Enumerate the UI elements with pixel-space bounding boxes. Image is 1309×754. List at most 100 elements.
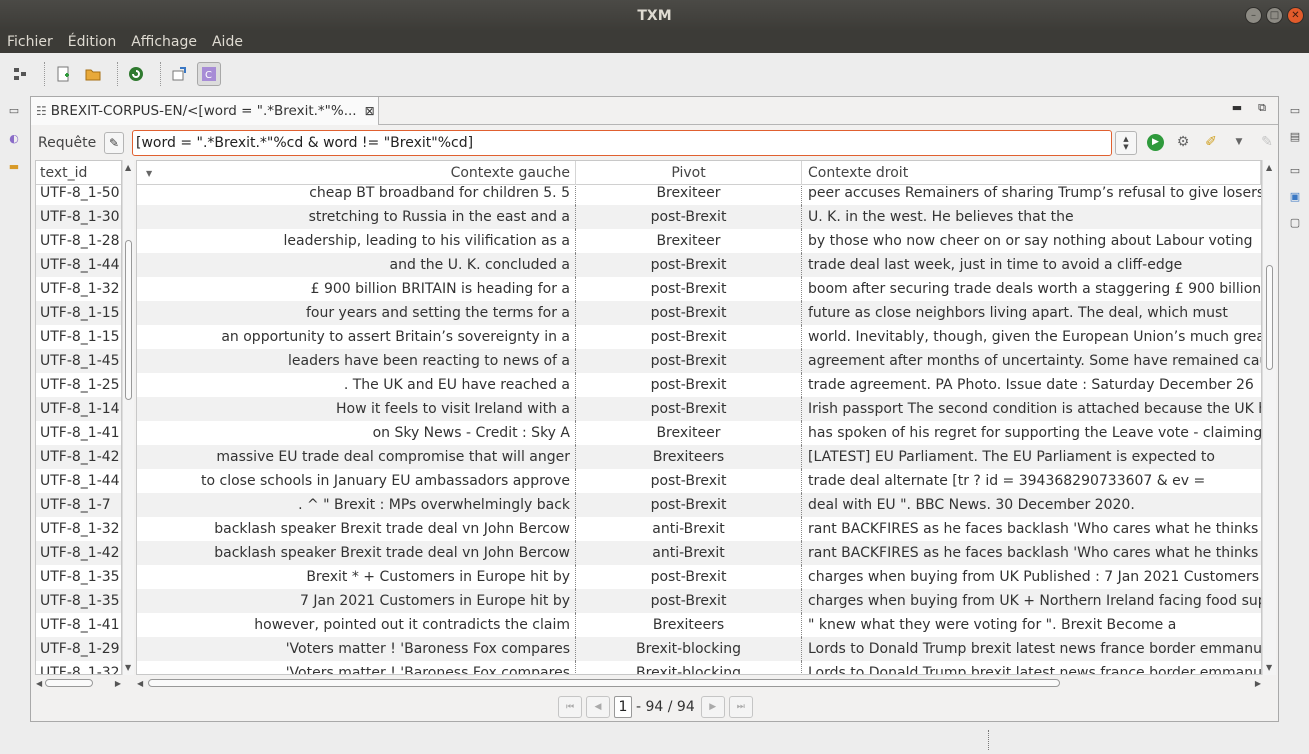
chevron-up-icon[interactable]: ▲: [125, 163, 131, 172]
table-row[interactable]: UTF-8_1-30: [36, 205, 121, 229]
table-row[interactable]: UTF-8_1-15: [36, 325, 121, 349]
chevron-down-icon[interactable]: ▼: [1123, 143, 1128, 151]
table-row[interactable]: massive EU trade deal compromise that wi…: [137, 445, 1261, 469]
table-row[interactable]: UTF-8_1-41: [36, 421, 121, 445]
sort-indicator-icon[interactable]: ▼: [146, 169, 152, 178]
restore-icon[interactable]: ▭: [1287, 102, 1303, 118]
table-row[interactable]: UTF-8_1-45: [36, 349, 121, 373]
previous-page-icon[interactable]: ◀: [586, 696, 610, 718]
menu-affichage[interactable]: Affichage: [131, 34, 197, 50]
menu-fichier[interactable]: Fichier: [7, 34, 53, 50]
table-row[interactable]: 'Voters matter ! 'Baroness Fox compares B…: [137, 661, 1261, 674]
settings-gear-icon[interactable]: ⚙: [1174, 133, 1192, 151]
restore-icon[interactable]: ▭: [6, 102, 22, 118]
table-row[interactable]: UTF-8_1-42: [36, 541, 121, 565]
new-file-icon[interactable]: [51, 62, 75, 86]
table-row[interactable]: four years and setting the terms for a po…: [137, 301, 1261, 325]
first-page-icon[interactable]: ⏮: [558, 696, 582, 718]
chevron-left-icon[interactable]: ◀: [36, 679, 42, 688]
table-row[interactable]: 7 Jan 2021 Customers in Europe hit by pos…: [137, 589, 1261, 613]
text-id-table[interactable]: text_id UTF-8_1-50 UTF-8_1-30 UTF-8_1-28 UT…: [35, 160, 122, 675]
table-row[interactable]: UTF-8_1-15: [36, 301, 121, 325]
table-row[interactable]: UTF-8_1-7: [36, 493, 121, 517]
menu-edition[interactable]: Édition: [68, 34, 116, 50]
next-page-icon[interactable]: ▶: [700, 696, 725, 718]
corpus-view-icon[interactable]: [8, 62, 32, 86]
header-left-context[interactable]: Contexte gauche: [137, 161, 576, 185]
import-icon[interactable]: [167, 62, 191, 86]
concordance-table[interactable]: ▼ Contexte gauche Pivot Contexte droit c…: [136, 160, 1262, 675]
corpus-icon[interactable]: ◐: [6, 130, 22, 146]
minimize-view-icon[interactable]: ▬: [1232, 101, 1242, 115]
chevron-left-icon[interactable]: ◀: [137, 679, 143, 688]
console-icon[interactable]: ▣: [1287, 188, 1303, 204]
chevron-up-icon[interactable]: ▲: [1123, 135, 1128, 143]
close-tab-icon[interactable]: ⊠: [365, 104, 375, 118]
query-history-spinner[interactable]: ▲ ▼: [1115, 131, 1137, 155]
table-row[interactable]: UTF-8_1-35: [36, 589, 121, 613]
table-row[interactable]: . ^ " Brexit : MPs overwhelmingly back po…: [137, 493, 1261, 517]
panel-icon[interactable]: ▤: [1287, 128, 1303, 144]
left-vertical-scrollbar[interactable]: ▲ ▼: [122, 160, 134, 675]
window-icon[interactable]: ▢: [1287, 214, 1303, 230]
query-input[interactable]: [132, 130, 1112, 156]
table-row[interactable]: £ 900 billion BRITAIN is heading for a po…: [137, 277, 1261, 301]
right-vertical-scrollbar[interactable]: ▲ ▼: [1262, 160, 1276, 675]
chevron-down-icon[interactable]: ▼: [1266, 663, 1272, 672]
run-query-icon[interactable]: ▶: [1147, 133, 1164, 151]
table-row[interactable]: UTF-8_1-42: [36, 445, 121, 469]
table-row[interactable]: UTF-8_1-32: [36, 277, 121, 301]
table-row[interactable]: UTF-8_1-25: [36, 373, 121, 397]
table-row[interactable]: How it feels to visit Ireland with a post…: [137, 397, 1261, 421]
table-row[interactable]: 'Voters matter ! 'Baroness Fox compares B…: [137, 637, 1261, 661]
folder-icon[interactable]: ▬: [6, 158, 22, 174]
scroll-thumb[interactable]: [45, 679, 93, 687]
table-row[interactable]: UTF-8_1-29: [36, 637, 121, 661]
table-row[interactable]: UTF-8_1-41: [36, 613, 121, 637]
chevron-down-icon[interactable]: ▼: [125, 663, 131, 672]
table-row[interactable]: UTF-8_1-32: [36, 661, 121, 674]
concordance-toggle-icon[interactable]: C: [197, 62, 221, 86]
table-row[interactable]: leaders have been reacting to news of ap…: [137, 349, 1261, 373]
table-row[interactable]: UTF-8_1-35: [36, 565, 121, 589]
query-assistant-icon[interactable]: ✎: [104, 132, 124, 154]
table-row[interactable]: leadership, leading to his vilification …: [137, 229, 1261, 253]
table-row[interactable]: backlash speaker Brexit trade deal vn Jo…: [137, 517, 1261, 541]
open-folder-icon[interactable]: [81, 62, 105, 86]
maximize-view-icon[interactable]: ⧉: [1258, 101, 1266, 115]
table-row[interactable]: however, pointed out it contradicts the …: [137, 613, 1261, 637]
last-page-icon[interactable]: ⏭: [728, 696, 753, 718]
table-row[interactable]: and the U. K. concluded a post-Brexit trad…: [137, 253, 1261, 277]
tab-concordance[interactable]: ☷ BREXIT-CORPUS-EN/<[word = ".*Brexit.*"…: [31, 97, 379, 125]
table-row[interactable]: UTF-8_1-14: [36, 397, 121, 421]
scroll-thumb[interactable]: [148, 679, 1060, 687]
restore-icon[interactable]: ▭: [1287, 162, 1303, 178]
main-horizontal-scrollbar[interactable]: ◀ ▶: [136, 677, 1262, 689]
table-row[interactable]: UTF-8_1-44: [36, 469, 121, 493]
left-horizontal-scrollbar[interactable]: ◀ ▶: [35, 677, 122, 689]
refresh-icon[interactable]: [124, 62, 148, 86]
chevron-right-icon[interactable]: ▶: [115, 679, 121, 688]
scroll-thumb[interactable]: [125, 240, 132, 400]
table-row[interactable]: an opportunity to assert Britain’s sover…: [137, 325, 1261, 349]
menu-aide[interactable]: Aide: [212, 34, 243, 50]
header-right-context[interactable]: Contexte droit: [802, 161, 1261, 185]
table-row[interactable]: UTF-8_1-32: [36, 517, 121, 541]
chevron-right-icon[interactable]: ▶: [1255, 679, 1261, 688]
table-row[interactable]: to close schools in January EU ambassado…: [137, 469, 1261, 493]
table-row[interactable]: Brexit * + Customers in Europe hit by pos…: [137, 565, 1261, 589]
header-pivot[interactable]: Pivot: [576, 161, 802, 185]
maximize-icon[interactable]: □: [1266, 7, 1283, 24]
table-row[interactable]: UTF-8_1-28: [36, 229, 121, 253]
minimize-icon[interactable]: –: [1245, 7, 1262, 24]
chevron-up-icon[interactable]: ▲: [1266, 163, 1272, 172]
scroll-thumb[interactable]: [1266, 265, 1273, 370]
page-number-input[interactable]: 1: [614, 696, 632, 718]
close-icon[interactable]: ✕: [1287, 7, 1304, 24]
dropdown-arrow-icon[interactable]: ▼: [1230, 133, 1248, 151]
highlight-icon[interactable]: ✐: [1202, 133, 1220, 151]
table-row[interactable]: UTF-8_1-44: [36, 253, 121, 277]
table-row[interactable]: stretching to Russia in the east and a po…: [137, 205, 1261, 229]
table-row[interactable]: on Sky News - Credit : Sky A Brexiteer has…: [137, 421, 1261, 445]
table-row[interactable]: backlash speaker Brexit trade deal vn Jo…: [137, 541, 1261, 565]
